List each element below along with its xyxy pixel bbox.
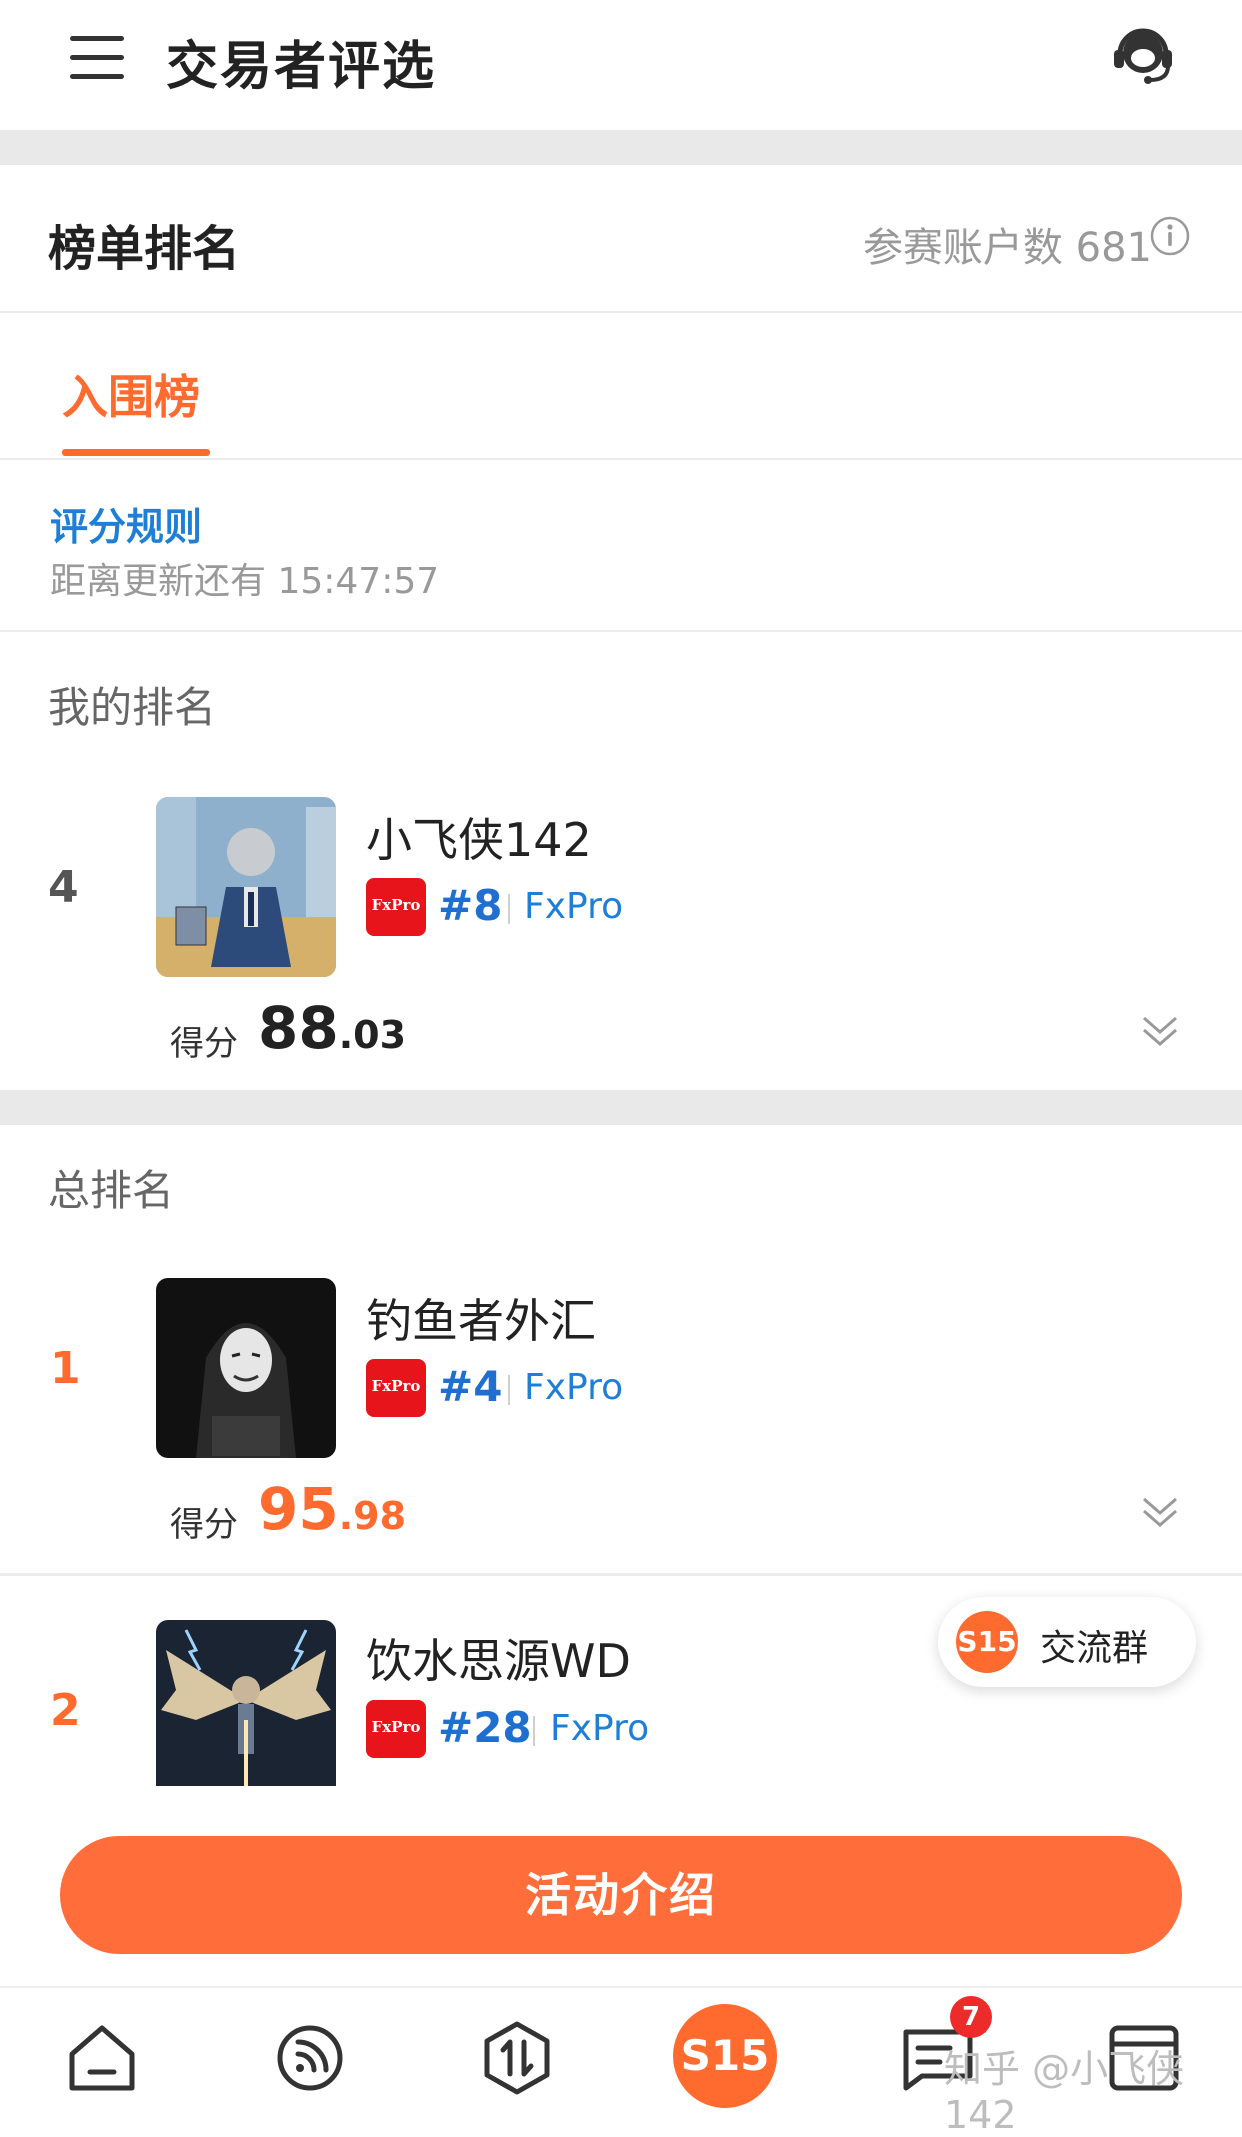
tab-shortlist[interactable]: 入围榜 — [62, 361, 200, 427]
trader-name[interactable]: 钓鱼者外汇 — [366, 1285, 596, 1351]
fxpro-logo-icon: FxPro — [366, 1700, 426, 1758]
update-countdown: 距离更新还有 15:47:57 — [50, 561, 440, 602]
chat-group-label: 交流群 — [1040, 1628, 1149, 1669]
separator — [508, 894, 510, 924]
s15-logo-icon: S15 — [956, 1611, 1018, 1673]
separator — [508, 1375, 510, 1405]
notification-badge: 7 — [950, 1996, 992, 2038]
feed-icon[interactable] — [270, 2018, 350, 2098]
customer-service-icon[interactable] — [1108, 20, 1178, 90]
my-ranking-label: 我的排名 — [48, 683, 217, 732]
info-icon[interactable] — [1150, 216, 1190, 256]
my-ranking-card: 我的排名 4 小飞侠142 FxPro #8 FxPro 得分 88.03 — [0, 632, 1242, 1090]
expand-chevron-icon[interactable] — [1140, 1010, 1180, 1050]
bottom-navigation: S15 7 知乎 @小飞侠142 — [0, 1986, 1242, 2137]
chat-group-button[interactable]: S15 交流群 — [938, 1597, 1196, 1687]
ranking-title: 榜单排名 — [48, 221, 241, 277]
broker-name: FxPro — [524, 886, 624, 927]
rank-number: 1 — [50, 1343, 81, 1394]
broker-rank: #4 — [438, 1362, 503, 1411]
fxpro-logo-icon: FxPro — [366, 1359, 426, 1417]
my-rank-number: 4 — [48, 862, 79, 913]
top-header: 交易者评选 — [0, 0, 1242, 130]
page-title: 交易者评选 — [166, 37, 437, 97]
activity-intro-button[interactable]: 活动介绍 — [60, 1836, 1182, 1954]
broker-rank: #8 — [438, 881, 503, 930]
avatar[interactable] — [156, 797, 336, 977]
avatar[interactable] — [156, 1278, 336, 1458]
my-name[interactable]: 小飞侠142 — [366, 804, 592, 870]
s15-center-button[interactable]: S15 — [673, 2004, 777, 2108]
broker-name: FxPro — [550, 1708, 650, 1749]
expand-chevron-icon[interactable] — [1140, 1491, 1180, 1531]
watermark: 知乎 @小飞侠142 — [944, 2047, 1185, 2137]
section-divider — [0, 1090, 1242, 1125]
participants-count: 参赛账户数 681 — [862, 225, 1152, 271]
score-value: 95.98 — [258, 1475, 407, 1543]
separator — [533, 1716, 535, 1746]
rank-number: 2 — [50, 1685, 81, 1736]
active-tab-indicator — [62, 449, 210, 456]
rules-section: 评分规则 距离更新还有 15:47:57 — [0, 460, 1242, 632]
broker-name: FxPro — [524, 1367, 624, 1408]
score-value: 88.03 — [258, 994, 407, 1062]
score-label: 得分 — [170, 1024, 238, 1064]
broker-rank: #28 — [438, 1703, 532, 1752]
section-divider — [0, 130, 1242, 165]
action-area: 活动介绍 — [0, 1786, 1242, 1986]
total-ranking-label: 总排名 — [48, 1166, 175, 1215]
trade-icon[interactable] — [477, 2018, 557, 2098]
tab-bar: 入围榜 — [0, 313, 1242, 460]
hamburger-menu-icon[interactable] — [70, 36, 126, 80]
fxpro-logo-icon: FxPro — [366, 878, 426, 936]
home-icon[interactable] — [62, 2018, 142, 2098]
score-label: 得分 — [170, 1505, 238, 1545]
avatar[interactable] — [156, 1620, 336, 1800]
scoring-rules-link[interactable]: 评分规则 — [50, 496, 202, 551]
ranking-header: 榜单排名 参赛账户数 681 — [0, 165, 1242, 313]
trader-name[interactable]: 饮水思源WD — [366, 1625, 631, 1691]
row-divider — [0, 1573, 1242, 1576]
